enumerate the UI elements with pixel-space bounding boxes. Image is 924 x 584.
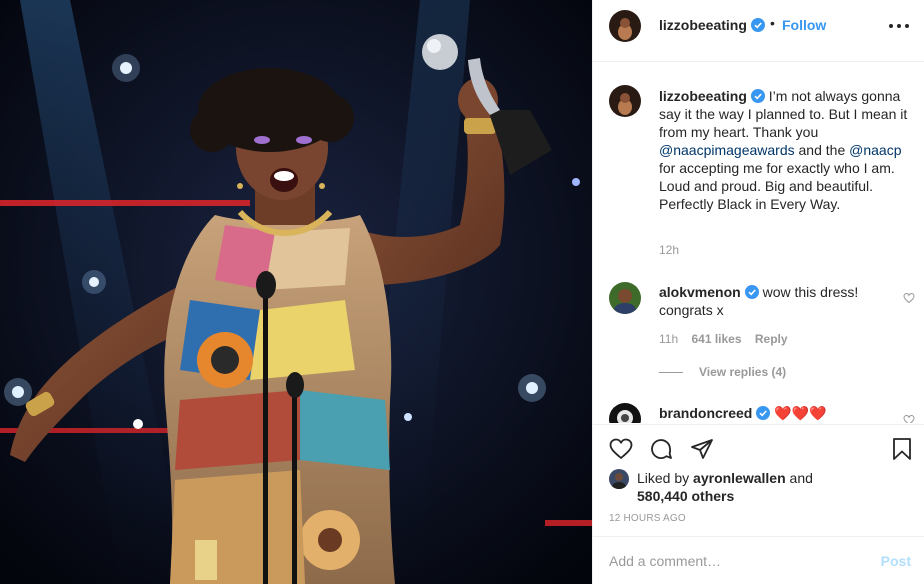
liked-by-prefix: Liked by [637,470,694,486]
comment-bubble-icon[interactable] [649,437,673,461]
add-comment-bar: Post [593,536,924,584]
caption-text: lizzobeeating I’m not always gonna say i… [659,87,915,213]
reply-button[interactable]: Reply [755,332,788,346]
author-username[interactable]: lizzobeeating [659,17,765,33]
mention-link-naacp[interactable]: @naacp [849,142,901,158]
view-replies-button[interactable]: View replies (4) [659,365,786,379]
add-comment-input[interactable] [609,550,869,572]
liked-by-middle: and [785,470,813,486]
commenter-avatar[interactable] [609,403,641,423]
comment-like-heart-icon[interactable] [903,292,915,304]
caption-meta: 12h [659,243,689,257]
comment-text: alokvmenon wow this dress! congrats x [659,283,915,319]
post-side-panel: lizzobeeating • Follow lizzobeeating I’m… [592,0,924,584]
comment-like-heart-icon[interactable] [903,414,915,423]
post-header: lizzobeeating • Follow [593,0,924,62]
separator-dot: • [770,15,775,31]
verified-badge-icon [756,406,771,420]
comment-username[interactable]: alokvmenon [659,284,741,300]
more-dots-icon[interactable] [889,24,909,30]
comment-meta: 11h 641 likes Reply [659,332,798,346]
heart-outline-icon[interactable] [609,437,633,461]
verified-badge-icon [744,285,759,299]
likes-count[interactable]: 580,440 others [637,488,734,504]
commenter-avatar[interactable] [609,282,641,314]
post-timestamp[interactable]: 12 HOURS AGO [609,513,686,524]
comment-username[interactable]: brandoncreed [659,405,752,421]
stage-photo-illustration [0,0,592,584]
caption-body-3: for accepting me for exactly who I am. L… [659,160,895,212]
caption-body-2: and the [794,142,850,158]
liker-username[interactable]: ayronlewallen [693,470,786,486]
author-username-text[interactable]: lizzobeeating [659,17,747,33]
follow-button[interactable]: Follow [782,17,826,33]
author-avatar[interactable] [609,10,641,42]
paper-plane-icon[interactable] [690,437,714,461]
comment-likes-count[interactable]: 641 likes [691,332,741,346]
comment-body: ❤️❤️❤️ [774,405,827,421]
comment-text: brandoncreed ❤️❤️❤️ [659,404,915,422]
comments-list[interactable]: lizzobeeating I’m not always gonna say i… [593,63,924,423]
liked-by-text: Liked by ayronlewallen and 580,440 other… [637,469,877,505]
mention-link-naacpimageawards[interactable]: @naacpimageawards [659,142,795,158]
bookmark-icon[interactable] [890,437,914,461]
verified-badge-icon [750,18,765,32]
caption-username[interactable]: lizzobeeating [659,88,747,104]
caption-author-avatar[interactable] [609,85,641,117]
verified-badge-icon [750,89,765,103]
post-photo[interactable] [0,0,592,584]
caption-time[interactable]: 12h [659,243,679,257]
post-actions: Liked by ayronlewallen and 580,440 other… [593,424,924,535]
liker-avatar[interactable] [609,469,629,489]
post-comment-button[interactable]: Post [881,553,911,569]
comment-time[interactable]: 11h [659,332,678,346]
